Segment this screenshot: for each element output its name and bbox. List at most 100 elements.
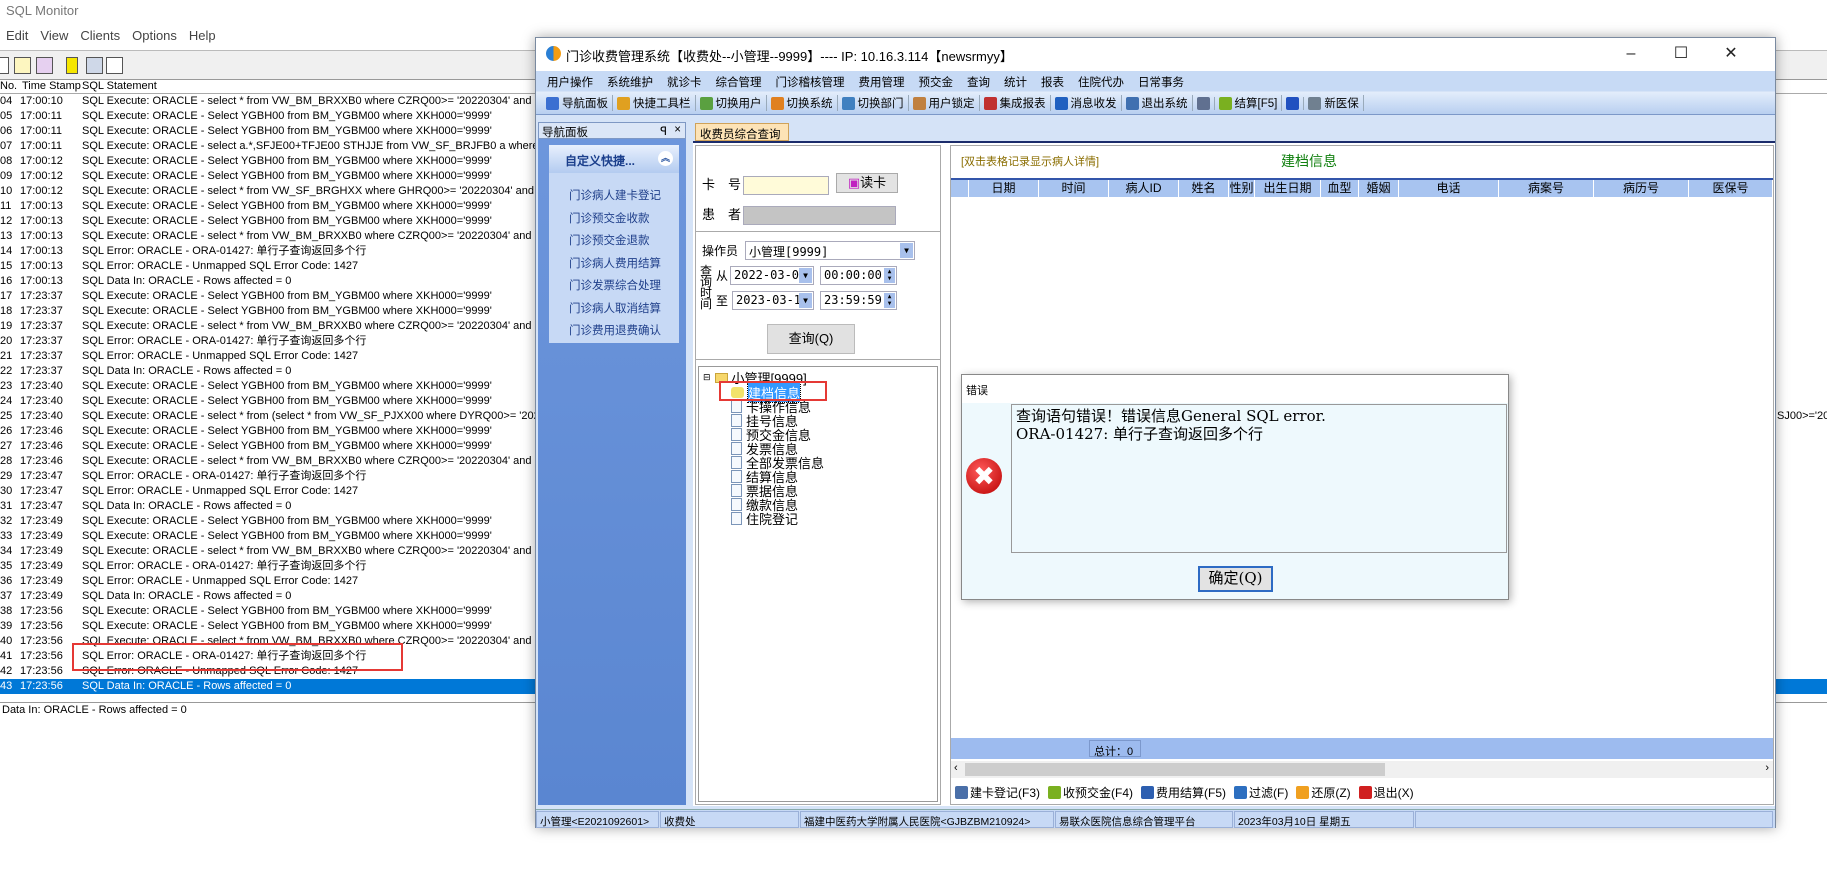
to-time-input[interactable]: 23:59:59 ▲ ▼: [820, 291, 897, 310]
grid-column-header[interactable]: 电话: [1399, 180, 1499, 197]
from-date-picker[interactable]: 2022-03-04 ▼: [730, 266, 814, 285]
toolbar-button[interactable]: 快捷工具栏: [613, 95, 696, 111]
monitor-title: SQL Monitor: [6, 3, 79, 18]
quick-action-item[interactable]: 门诊病人费用结算: [569, 255, 661, 271]
menu-help[interactable]: Help: [183, 28, 222, 46]
menu-item[interactable]: 住院代办: [1071, 71, 1131, 91]
col-timestamp[interactable]: Time Stamp: [22, 80, 81, 92]
grid-action-button[interactable]: 过滤(F): [1234, 784, 1288, 801]
toolbar-button[interactable]: 用户锁定: [909, 95, 980, 111]
grid-column-header[interactable]: 医保号: [1689, 180, 1773, 197]
toolbar-button[interactable]: 切换用户: [696, 95, 767, 111]
toolbar-button[interactable]: 新医保: [1304, 95, 1364, 111]
to-date-picker[interactable]: 2023-03-10 ▼: [732, 291, 814, 310]
menu-item[interactable]: 就诊卡: [660, 71, 709, 91]
operator-select[interactable]: 小管理[9999] ▼: [745, 241, 915, 260]
col-no[interactable]: No.: [0, 80, 17, 92]
quick-action-item[interactable]: 门诊发票综合处理: [569, 277, 661, 293]
query-button[interactable]: 查询(Q): [767, 324, 855, 354]
quick-action-item[interactable]: 门诊病人建卡登记: [569, 187, 661, 203]
quick-action-item[interactable]: 门诊病人取消结算: [569, 300, 661, 316]
grid-column-header[interactable]: 性别: [1229, 180, 1255, 197]
grid-column-header[interactable]: 病案号: [1499, 180, 1594, 197]
log-row-number: 20: [0, 335, 13, 347]
menu-item[interactable]: 系统维护: [600, 71, 660, 91]
grid-column-header[interactable]: 婚姻: [1359, 180, 1399, 197]
category-tree[interactable]: ⊟ 小管理[9999] 建档信息 卡操作信息 挂号信息 预交金信息 发票信息 全部发票信息结…: [698, 366, 938, 802]
grid-action-button[interactable]: 费用结算(F5): [1141, 784, 1226, 801]
spinner-icon[interactable]: ▲ ▼: [884, 268, 895, 283]
spinner-icon[interactable]: ▲ ▼: [884, 293, 895, 308]
grid-column-header[interactable]: 出生日期: [1255, 180, 1321, 197]
menu-item[interactable]: 用户操作: [540, 71, 600, 91]
menu-item[interactable]: 日常事务: [1131, 71, 1191, 91]
read-card-button[interactable]: ▣读卡: [836, 173, 898, 193]
grid-column-header[interactable]: 姓名: [1179, 180, 1229, 197]
tree-item[interactable]: 住院登记: [731, 509, 798, 528]
grid-column-header[interactable]: 病人ID: [1109, 180, 1179, 197]
to-date-value: 2023-03-10: [736, 293, 809, 307]
minimize-button[interactable]: –: [1611, 42, 1651, 66]
quick-action-item[interactable]: 门诊预交金收款: [569, 210, 650, 226]
calendar-dropdown-icon[interactable]: ▼: [799, 293, 812, 308]
menu-item[interactable]: 查询: [960, 71, 997, 91]
from-time-input[interactable]: 00:00:00 ▲ ▼: [820, 266, 897, 285]
log-row-number: 08: [0, 155, 13, 167]
scroll-right-icon[interactable]: ›: [1765, 762, 1769, 774]
grid-action-button[interactable]: 还原(Z): [1296, 784, 1351, 801]
grid-footer: 总计：0: [951, 738, 1773, 759]
nav-close-icon[interactable]: ×: [674, 124, 681, 136]
quick-actions-header[interactable]: 自定义快捷... ︽: [549, 145, 679, 173]
toolbar-button[interactable]: 切换系统: [767, 95, 838, 111]
toolbar-button[interactable]: 退出系统: [1122, 95, 1193, 111]
pin-icon[interactable]: ꟼ: [660, 124, 667, 138]
toolbar-button[interactable]: [1193, 96, 1215, 110]
menu-item[interactable]: 费用管理: [852, 71, 912, 91]
scroll-left-icon[interactable]: ‹: [954, 762, 958, 774]
toolbar-button[interactable]: 集成报表: [980, 95, 1051, 111]
toolbar-button[interactable]: 消息收发: [1051, 95, 1122, 111]
toolbar-button[interactable]: 导航面板: [542, 95, 613, 111]
tab-cashier-query[interactable]: 收费员综合查询: [695, 123, 789, 141]
save-icon[interactable]: [0, 57, 9, 74]
copy-icon[interactable]: [14, 57, 31, 74]
menu-item[interactable]: 统计: [997, 71, 1034, 91]
error-message: 查询语句错误！错误信息General SQL error. ORA-01427:…: [1011, 404, 1507, 553]
chevron-down-icon[interactable]: ▼: [900, 243, 913, 258]
menu-clients[interactable]: Clients: [74, 28, 126, 46]
menu-view[interactable]: View: [34, 28, 74, 46]
calendar-dropdown-icon[interactable]: ▼: [799, 268, 812, 283]
menu-item[interactable]: 报表: [1034, 71, 1071, 91]
menu-item[interactable]: 门诊稽核管理: [769, 71, 852, 91]
log-row-number: 26: [0, 425, 13, 437]
card-number-input[interactable]: [743, 176, 829, 195]
menu-edit[interactable]: Edit: [0, 28, 34, 46]
ok-button[interactable]: 确定(Q): [1198, 566, 1273, 592]
collapse-chevron-icon[interactable]: ︽: [658, 151, 673, 166]
menu-options[interactable]: Options: [126, 28, 183, 46]
clear-log-icon[interactable]: [36, 57, 53, 74]
grid-action-button[interactable]: 收预交金(F4): [1048, 784, 1133, 801]
grid-action-button[interactable]: 建卡登记(F3): [955, 784, 1040, 801]
toolbar-button[interactable]: 切换部门: [838, 95, 909, 111]
windows-icon[interactable]: [86, 57, 103, 74]
quick-action-item[interactable]: 门诊费用退费确认: [569, 322, 661, 338]
grid-column-header[interactable]: 血型: [1321, 180, 1359, 197]
close-button[interactable]: ✕: [1711, 42, 1751, 66]
grid-action-button[interactable]: 退出(X): [1358, 784, 1414, 801]
options-checklist-icon[interactable]: [106, 57, 123, 74]
horizontal-scrollbar[interactable]: ‹ ›: [951, 761, 1773, 778]
maximize-button[interactable]: ☐: [1661, 42, 1701, 66]
toolbar-button[interactable]: 结算[F5]: [1215, 95, 1283, 111]
grid-column-header[interactable]: 时间: [1039, 180, 1109, 197]
collapse-box-icon[interactable]: ⊟: [703, 372, 711, 383]
quick-action-item[interactable]: 门诊预交金退款: [569, 232, 650, 248]
grid-column-header[interactable]: 病历号: [1594, 180, 1689, 197]
grid-column-header[interactable]: 日期: [969, 180, 1039, 197]
toolbar-button[interactable]: [1282, 96, 1305, 110]
pause-icon[interactable]: [66, 57, 78, 74]
col-sql-statement[interactable]: SQL Statement: [82, 80, 157, 92]
menu-item[interactable]: 预交金: [912, 71, 961, 91]
scrollbar-thumb[interactable]: [965, 763, 1385, 776]
menu-item[interactable]: 综合管理: [709, 71, 769, 91]
